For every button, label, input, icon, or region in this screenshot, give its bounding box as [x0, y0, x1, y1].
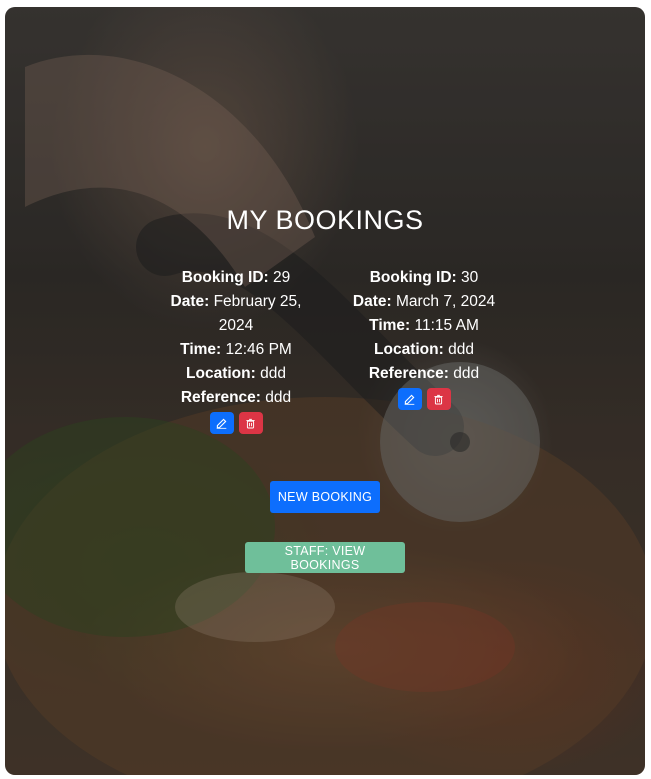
booking-id-row: Booking ID: 30 [349, 266, 499, 290]
booking-reference-row: Reference: ddd [161, 386, 311, 410]
booking-time-label: Time: [369, 317, 411, 334]
booking-location-label: Location: [186, 365, 256, 382]
booking-id-value: 29 [273, 269, 291, 286]
background-card: MY BOOKINGS Booking ID: 29 Date: Februar… [5, 7, 645, 775]
booking-reference-value: ddd [265, 389, 292, 406]
edit-booking-button[interactable] [209, 412, 234, 434]
booking-id-row: Booking ID: 29 [161, 266, 311, 290]
booking-reference-value: ddd [453, 365, 480, 382]
bookings-list: Booking ID: 29 Date: February 25, 2024 T… [161, 266, 499, 434]
booking-id-value: 30 [461, 269, 479, 286]
trash-icon [434, 394, 443, 404]
delete-booking-button[interactable] [238, 412, 263, 434]
page-title: MY BOOKINGS [226, 205, 424, 235]
booking-location-value: ddd [260, 365, 286, 382]
booking-reference-row: Reference: ddd [349, 362, 499, 386]
booking-date-row: Date: February 25, 2024 [161, 290, 311, 338]
booking-reference-label: Reference: [368, 365, 449, 382]
delete-booking-button[interactable] [426, 388, 451, 410]
booking-date-value: March 7, 2024 [395, 293, 496, 310]
booking-location-row: Location: ddd [349, 338, 499, 362]
booking-time-row: Time: 11:15 AM [349, 314, 499, 338]
booking-location-row: Location: ddd [161, 362, 311, 386]
booking-location-label: Location: [374, 341, 444, 358]
booking-date-row: Date: March 7, 2024 [349, 290, 499, 314]
trash-icon [246, 418, 255, 428]
pencil-square-icon [404, 394, 415, 405]
booking-time-row: Time: 12:46 PM [161, 338, 311, 362]
booking-time-value: 12:46 PM [225, 341, 292, 358]
booking-date-label: Date: [352, 293, 392, 310]
staff-view-bookings-button[interactable]: STAFF: VIEW BOOKINGS [245, 542, 405, 573]
booking-card: Booking ID: 30 Date: March 7, 2024 Time:… [349, 266, 499, 410]
pencil-square-icon [216, 418, 227, 429]
booking-id-label: Booking ID: [369, 269, 457, 286]
booking-actions [161, 412, 311, 434]
edit-booking-button[interactable] [397, 388, 422, 410]
booking-actions [349, 388, 499, 410]
new-booking-button[interactable]: NEW BOOKING [270, 481, 380, 513]
booking-card: Booking ID: 29 Date: February 25, 2024 T… [161, 266, 311, 434]
booking-time-value: 11:15 AM [414, 317, 479, 334]
booking-location-value: ddd [448, 341, 474, 358]
booking-reference-label: Reference: [180, 389, 261, 406]
booking-date-value: February 25, 2024 [213, 293, 302, 334]
booking-time-label: Time: [180, 341, 222, 358]
booking-date-label: Date: [170, 293, 210, 310]
booking-id-label: Booking ID: [181, 269, 269, 286]
